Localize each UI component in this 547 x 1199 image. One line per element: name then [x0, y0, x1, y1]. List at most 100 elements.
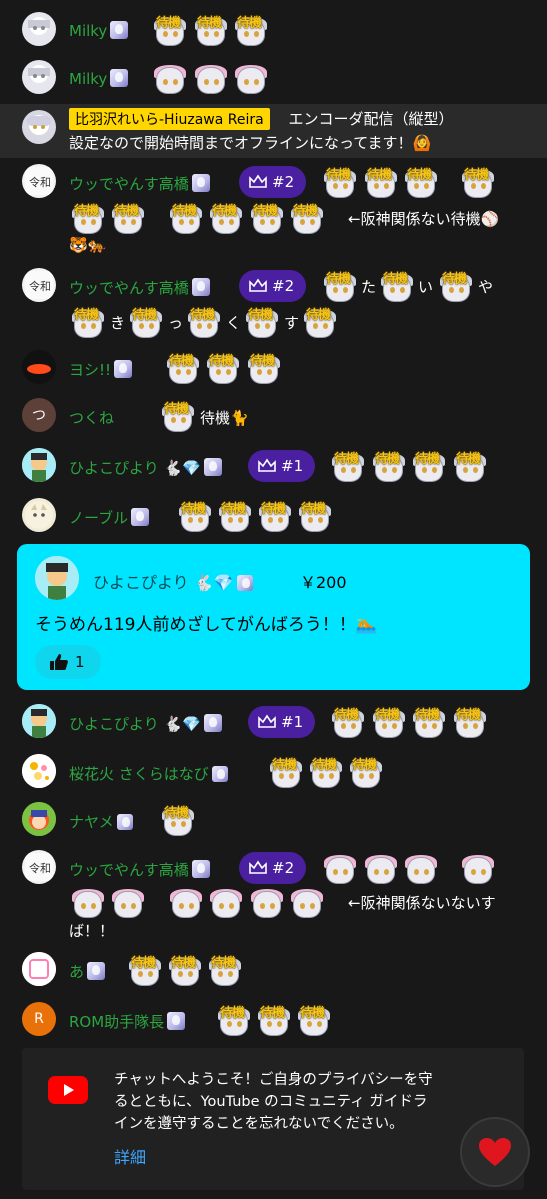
like-button[interactable]: 1	[35, 645, 101, 679]
chat-message: ひよこぴより 🐇💎 #1 待機 待機 待機 待機	[0, 700, 547, 744]
user-badges-icon: 🐇💎	[163, 715, 201, 733]
like-count: 1	[75, 653, 85, 671]
chat-message: ナヤメ 待機	[0, 798, 547, 842]
author-name[interactable]: ナヤメ	[69, 811, 133, 832]
details-link[interactable]: 詳細	[114, 1144, 146, 1168]
author-name[interactable]: ウッでやんす高橋	[69, 173, 210, 194]
author-name[interactable]: あ	[69, 961, 106, 982]
message-text: き	[110, 314, 126, 332]
heart-icon	[479, 1138, 511, 1166]
member-badge-icon	[203, 714, 222, 732]
custom-emoji-icon: 待機	[160, 398, 196, 432]
custom-emoji-icon: 待機	[348, 754, 384, 788]
avatar[interactable]: 令和	[22, 268, 56, 302]
custom-emoji-icon: 待機	[268, 754, 304, 788]
custom-emoji-icon	[289, 884, 325, 918]
crown-icon	[249, 174, 267, 188]
author-name[interactable]: ウッでやんす高橋	[69, 277, 210, 298]
avatar[interactable]: 令和	[22, 850, 56, 884]
author-name[interactable]: Milky	[69, 69, 129, 88]
custom-emoji-icon	[460, 850, 496, 884]
chat-message: あ 待機 待機 待機	[0, 948, 547, 992]
avatar[interactable]: つ	[22, 398, 56, 432]
avatar[interactable]	[22, 110, 56, 144]
youtube-logo-icon	[48, 1076, 88, 1104]
chat-message: ひよこぴより 🐇💎 #1 待機 待機 待機 待機	[0, 444, 547, 488]
welcome-text-line2: るとともに、YouTube のコミュニティ ガイドラ	[114, 1094, 428, 1110]
svg-text:令和: 令和	[29, 861, 51, 875]
member-badge-icon	[110, 21, 129, 39]
rank-badge: #1	[248, 706, 316, 738]
message-text: ば！！	[69, 922, 115, 940]
avatar[interactable]	[35, 556, 79, 600]
chat-message: Milky	[0, 56, 547, 100]
custom-emoji-icon	[403, 850, 439, 884]
custom-emoji-icon: 待機	[70, 304, 106, 338]
custom-emoji-icon	[70, 884, 106, 918]
author-name[interactable]: ROM助手隊長	[69, 1011, 186, 1032]
avatar[interactable]	[22, 704, 56, 738]
author-name[interactable]: Milky	[69, 21, 129, 40]
custom-emoji-icon	[110, 884, 146, 918]
avatar[interactable]	[22, 12, 56, 46]
custom-emoji-icon: 待機	[244, 304, 280, 338]
author-name[interactable]: つくね	[69, 407, 114, 428]
rank-badge: #2	[239, 852, 307, 884]
chat-message: 令和 ウッでやんす高橋 #2 ←阪神関係ないないす ば！！	[0, 846, 547, 944]
message-text: ←阪神関係ないないす	[348, 894, 496, 912]
reaction-heart-button[interactable]	[460, 1117, 530, 1187]
thumbs-up-icon	[50, 654, 68, 670]
custom-emoji-icon: 待機	[205, 350, 241, 384]
super-chat-author[interactable]: ひよこぴより 🐇💎	[93, 569, 253, 593]
custom-emoji-icon	[152, 60, 188, 94]
author-name[interactable]: ノーブル	[69, 507, 150, 528]
custom-emoji-icon: 待機	[438, 268, 474, 302]
avatar[interactable]	[22, 448, 56, 482]
avatar[interactable]	[22, 952, 56, 986]
custom-emoji-icon	[233, 60, 269, 94]
chat-message: 令和 ウッでやんす高橋 #2 待機 待機 待機 待機 待機 待機 待機 待機 待…	[0, 160, 547, 260]
crown-icon	[258, 714, 276, 728]
avatar[interactable]	[22, 754, 56, 788]
avatar[interactable]: R	[22, 1002, 56, 1036]
custom-emoji-icon: 待機	[411, 704, 447, 738]
avatar[interactable]: 令和	[22, 164, 56, 198]
avatar[interactable]	[22, 802, 56, 836]
member-badge-icon	[87, 962, 106, 980]
custom-emoji-icon: 待機	[308, 754, 344, 788]
custom-emoji-icon: 待機	[452, 704, 488, 738]
custom-emoji-icon: 待機	[322, 268, 358, 302]
owner-author-chip[interactable]: 比羽沢れいら-Hiuzawa Reira	[69, 108, 270, 130]
custom-emoji-icon: 待機	[152, 12, 188, 46]
author-name[interactable]: ヨシ!!	[69, 359, 133, 380]
chat-message: つ つくね 待機 待機🐈	[0, 394, 547, 438]
custom-emoji-icon: 待機	[371, 448, 407, 482]
avatar[interactable]	[22, 498, 56, 532]
crown-icon	[249, 860, 267, 874]
custom-emoji-icon: 待機	[160, 802, 196, 836]
avatar[interactable]	[22, 350, 56, 384]
author-name[interactable]: ひよこぴより 🐇💎	[69, 457, 222, 478]
member-badge-icon	[203, 458, 222, 476]
author-name[interactable]: 桜花火 さくらはなび	[69, 763, 228, 784]
custom-emoji-icon: 待機	[246, 350, 282, 384]
member-badge-icon	[236, 575, 253, 591]
user-badges-icon: 🐇💎	[163, 459, 201, 477]
custom-emoji-icon: 待機	[70, 200, 106, 234]
chat-welcome-banner: チャットへようこそ！ご自身のプライバシーを守 るとともに、YouTube のコミ…	[22, 1048, 524, 1190]
chat-message: Milky 待機 待機 待機	[0, 8, 547, 52]
author-name[interactable]: ウッでやんす高橋	[69, 859, 210, 880]
message-text: や	[478, 278, 494, 296]
custom-emoji-icon: 待機	[257, 498, 293, 532]
message-text: い	[418, 278, 434, 296]
super-chat-card[interactable]: ひよこぴより 🐇💎 ￥200 そうめん119人前めざしてがんばろう！！🏊 1	[17, 544, 530, 690]
author-name[interactable]: ひよこぴより 🐇💎	[69, 713, 222, 734]
member-badge-icon	[116, 814, 133, 830]
owner-message-line1: 比羽沢れいら-Hiuzawa Reira エンコーダ配信（縦型）	[69, 108, 453, 130]
avatar[interactable]	[22, 60, 56, 94]
custom-emoji-icon: 待機	[249, 200, 285, 234]
member-badge-icon	[131, 508, 150, 526]
rank-badge: #2	[239, 270, 307, 302]
custom-emoji-icon: 待機	[110, 200, 146, 234]
custom-emoji-icon: 待機	[296, 1002, 332, 1036]
